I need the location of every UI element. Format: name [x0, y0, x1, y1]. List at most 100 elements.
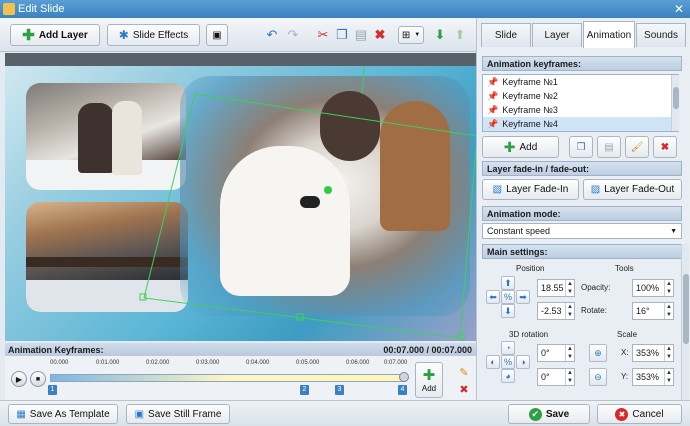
film-icon: ▣: [212, 29, 222, 41]
spin-arrows-icon[interactable]: ▲ ▼: [664, 345, 673, 361]
scale-x-label: X:: [621, 348, 629, 357]
tab-layer[interactable]: Layer: [532, 23, 582, 47]
reset-rotation-icon[interactable]: %: [501, 355, 515, 369]
list-item[interactable]: 📌 Keyframe №1: [483, 75, 678, 89]
delete-icon: ✖: [660, 141, 670, 153]
tick-label: 0:03.000: [196, 360, 220, 366]
move-down-arrow-icon[interactable]: ⬇: [501, 304, 515, 318]
move-up-arrow-icon[interactable]: ⬆: [501, 276, 515, 290]
rotate-y-icon[interactable]: ◕: [501, 369, 515, 383]
paste-keyframe-button[interactable]: ▤: [597, 136, 621, 158]
fade-out-button[interactable]: ▨ Layer Fade-Out: [583, 179, 682, 200]
fade-section-header: Layer fade-in / fade-out:: [482, 161, 682, 176]
fade-out-label: Layer Fade-Out: [604, 184, 675, 195]
pencil-icon[interactable]: ✎: [455, 363, 473, 381]
rotate-field[interactable]: 16° ▲ ▼: [632, 302, 674, 320]
timeline-track[interactable]: [50, 374, 406, 382]
playhead[interactable]: [399, 372, 409, 382]
paste-icon[interactable]: ▤: [352, 26, 370, 44]
settings-scrollbar[interactable]: [681, 244, 689, 400]
save-still-frame-button[interactable]: ▣ Save Still Frame: [126, 404, 230, 424]
keyframe-marker[interactable]: 1: [48, 385, 57, 395]
copy-icon: ❐: [576, 141, 586, 153]
chevron-down-icon: ▼: [414, 32, 421, 38]
fade-in-button[interactable]: ▧ Layer Fade-In: [482, 179, 579, 200]
save-still-frame-label: Save Still Frame: [148, 408, 222, 420]
cancel-button[interactable]: ✖ Cancel: [597, 404, 682, 424]
keyframe-list-scrollbar[interactable]: [671, 75, 679, 131]
list-item[interactable]: 📌 Keyframe №2: [483, 89, 678, 103]
list-item[interactable]: 📌 Keyframe №4: [483, 117, 678, 131]
tab-slide[interactable]: Slide: [481, 23, 531, 47]
position-y-field[interactable]: -2.53 ▲ ▼: [537, 302, 575, 320]
tab-animation[interactable]: Animation: [583, 21, 635, 48]
spin-arrows-icon[interactable]: ▲ ▼: [565, 369, 574, 385]
slide-effects-label: Slide Effects: [132, 29, 189, 41]
timeline-ruler: 00.000 0:01.000 0:02.000 0:03.000 0:04.0…: [50, 360, 407, 372]
delete-icon[interactable]: ✖: [455, 380, 473, 398]
align-dropdown-button[interactable]: ⊞ ▼: [398, 26, 424, 44]
spin-arrows-icon[interactable]: ▲ ▼: [565, 345, 574, 361]
zoom-out-icon[interactable]: ⊖: [589, 368, 607, 386]
rotation-b-field[interactable]: 0° ▲ ▼: [537, 368, 575, 386]
scale-y-field[interactable]: 353% ▲ ▼: [632, 368, 674, 386]
delete-keyframe-button[interactable]: ✖: [653, 136, 677, 158]
main-toolbar: ✚ Add Layer ✱ Slide Effects ▣ ↶ ↷ ✂ ❐ ▤ …: [0, 18, 476, 52]
move-down-icon[interactable]: ⬇: [431, 26, 449, 44]
scale-x-value: 353%: [636, 348, 660, 358]
copy-icon[interactable]: ❐: [333, 26, 351, 44]
zoom-in-icon[interactable]: ⊕: [589, 344, 607, 362]
opacity-field[interactable]: 100% ▲ ▼: [632, 279, 674, 297]
stop-button[interactable]: ■: [30, 371, 46, 387]
rotate-left-icon[interactable]: ◐: [486, 355, 500, 369]
keyframe-marker[interactable]: 4: [398, 385, 407, 395]
plus-icon: ✚: [503, 139, 516, 155]
align-icon: ⊞: [401, 29, 411, 41]
bottom-bar: ▦ Save As Template ▣ Save Still Frame ✔ …: [0, 400, 690, 426]
position-x-field[interactable]: 18.55 ▲ ▼: [537, 279, 575, 297]
add-layer-button[interactable]: ✚ Add Layer: [10, 24, 100, 46]
keyframe-marker[interactable]: 2: [300, 385, 309, 395]
move-up-icon[interactable]: ⬆: [451, 26, 469, 44]
slide-effects-button[interactable]: ✱ Slide Effects: [107, 24, 200, 46]
spin-arrows-icon[interactable]: ▲ ▼: [565, 280, 574, 296]
center-position-icon[interactable]: %: [501, 290, 515, 304]
rotate-right-icon[interactable]: ◑: [516, 355, 530, 369]
move-left-arrow-icon[interactable]: ⬅: [486, 290, 500, 304]
redo-icon[interactable]: ↷: [284, 26, 302, 44]
plus-icon: ✚: [22, 26, 35, 44]
main-settings-header: Main settings:: [482, 244, 682, 259]
tab-sounds[interactable]: Sounds: [636, 23, 686, 47]
pin-icon: 📌: [487, 118, 499, 129]
delete-icon[interactable]: ✖: [371, 26, 389, 44]
animation-mode-select[interactable]: Constant speed ▼: [482, 223, 682, 239]
timeline-header: Animation Keyframes: 00:07.000 / 00:07.0…: [5, 343, 476, 356]
rotate-x-icon[interactable]: ◔: [501, 341, 515, 355]
sparkle-icon: ✱: [118, 28, 129, 42]
move-right-arrow-icon[interactable]: ➡: [516, 290, 530, 304]
spin-arrows-icon[interactable]: ▲ ▼: [664, 280, 673, 296]
slide-canvas[interactable]: [5, 66, 476, 341]
list-item[interactable]: 📌 Keyframe №3: [483, 103, 678, 117]
keyframe-marker[interactable]: 3: [335, 385, 344, 395]
play-button[interactable]: ▶: [11, 371, 27, 387]
cut-icon[interactable]: ✂: [314, 26, 332, 44]
save-button[interactable]: ✔ Save: [508, 404, 590, 424]
scale-y-value: 353%: [636, 372, 660, 382]
close-window-button[interactable]: ✕: [672, 2, 686, 16]
undo-icon[interactable]: ↶: [263, 26, 281, 44]
copy-keyframe-button[interactable]: ❐: [569, 136, 593, 158]
scale-x-field[interactable]: 353% ▲ ▼: [632, 344, 674, 362]
spin-arrows-icon[interactable]: ▲ ▼: [565, 303, 574, 319]
spin-arrows-icon[interactable]: ▲ ▼: [664, 303, 673, 319]
timeline-add-button[interactable]: ✚ Add: [415, 362, 443, 398]
position-y-value: -2.53: [541, 306, 562, 316]
spin-arrows-icon[interactable]: ▲ ▼: [664, 369, 673, 385]
rotation-a-field[interactable]: 0° ▲ ▼: [537, 344, 575, 362]
slideshow-preview-button[interactable]: ▣: [206, 24, 228, 46]
brush-keyframe-button[interactable]: 🖌: [625, 136, 649, 158]
add-keyframe-button[interactable]: ✚ Add: [482, 136, 559, 158]
template-icon: ▦: [16, 408, 26, 420]
selection-frame[interactable]: [5, 66, 476, 341]
save-as-template-button[interactable]: ▦ Save As Template: [8, 404, 118, 424]
